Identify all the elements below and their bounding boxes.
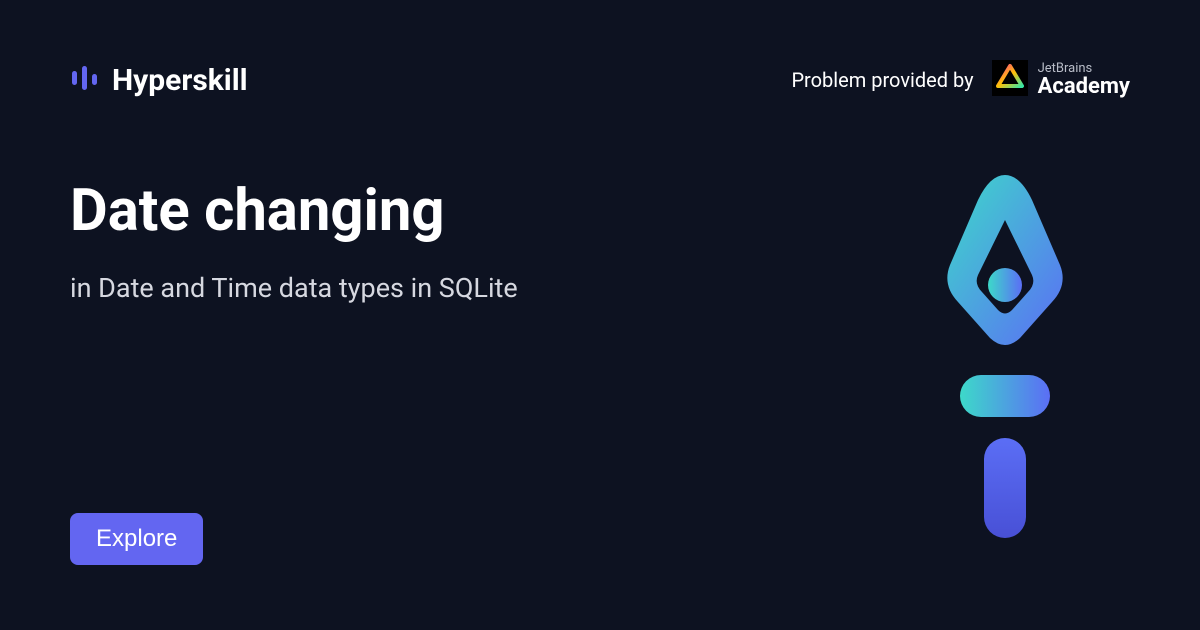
academy-small: JetBrains [1038,62,1130,76]
provider-label: Problem provided by [791,68,973,92]
jetbrains-academy-icon [992,60,1028,100]
header: Hyperskill Problem provided by [0,0,1200,100]
explore-button[interactable]: Explore [70,513,203,565]
academy-text: JetBrains Academy [1038,62,1130,99]
hyperskill-logo-icon [70,63,100,97]
page-subtitle: in Date and Time data types in SQLite [70,272,680,304]
provider-block: Problem provided by JetBrains [791,60,1130,100]
main-content: Date changing in Date and Time data type… [0,100,750,304]
page-title: Date changing [70,180,680,244]
brand: Hyperskill [70,63,248,98]
academy-big: Academy [1038,75,1130,98]
academy-block: JetBrains Academy [992,60,1130,100]
decorative-pen-icon [920,170,1090,554]
brand-name: Hyperskill [112,63,248,98]
